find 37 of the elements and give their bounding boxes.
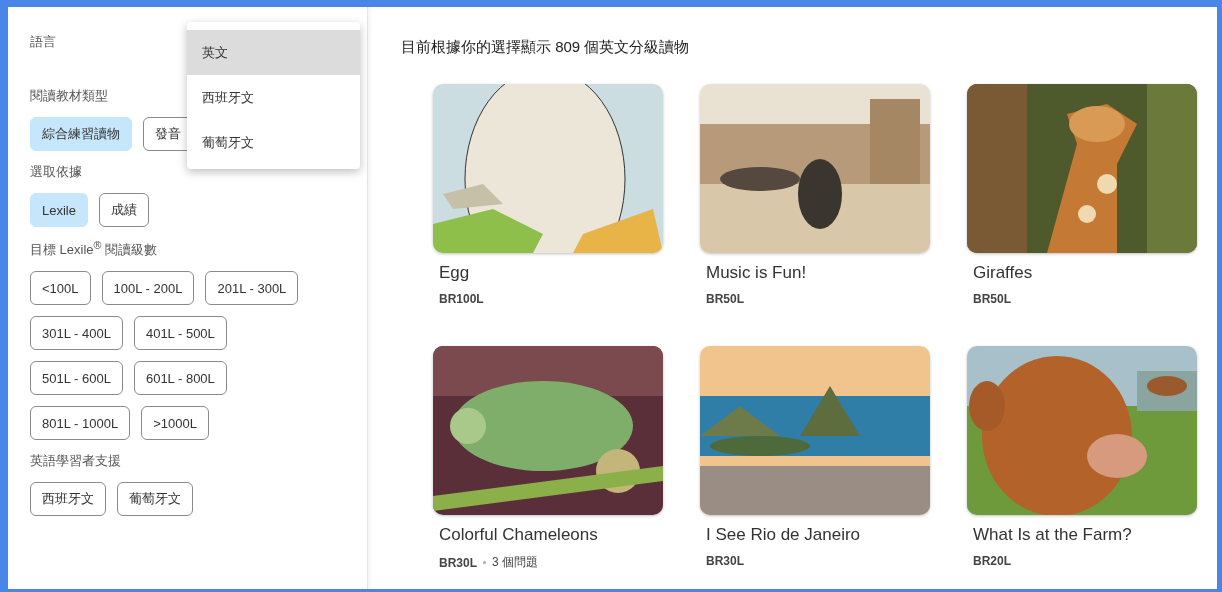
lexile-level: BR50L bbox=[706, 292, 744, 306]
filter-chip[interactable]: 501L - 600L bbox=[30, 361, 123, 396]
filter-chip[interactable]: 成績 bbox=[98, 193, 149, 227]
language-option[interactable]: 西班牙文 bbox=[187, 75, 360, 120]
book-title[interactable]: Egg bbox=[439, 263, 663, 283]
filter-label: 閱讀教材類型 bbox=[30, 87, 108, 105]
book-title[interactable]: Giraffes bbox=[973, 263, 1197, 283]
filter-label: 英語學習者支援 bbox=[30, 452, 121, 471]
language-option[interactable]: 葡萄牙文 bbox=[187, 120, 360, 165]
lexile-level: BR30L bbox=[439, 555, 477, 570]
filter-chip[interactable]: 葡萄牙文 bbox=[117, 482, 193, 517]
filter-label: 目標 Lexile$^{®}$ 閱讀級數 bbox=[30, 239, 158, 260]
lexile-level: BR20L bbox=[973, 554, 1011, 568]
question-count: 3 個問題 bbox=[492, 554, 539, 571]
filter-chip[interactable]: 綜合練習讀物 bbox=[30, 117, 132, 151]
lexile-level: BR100L bbox=[439, 292, 484, 306]
book-title[interactable]: Colorful Chameleons bbox=[439, 525, 663, 545]
filter-chip[interactable]: 201L - 300L bbox=[205, 271, 299, 306]
book-title[interactable]: I See Rio de Janeiro bbox=[706, 525, 930, 545]
filter-chip[interactable]: 601L - 800L bbox=[133, 361, 227, 396]
language-label: 語言 bbox=[30, 33, 56, 51]
filter-chip[interactable]: >1000L bbox=[141, 406, 209, 441]
filter-chip[interactable]: 401L - 500L bbox=[133, 316, 227, 351]
lexile-level: BR30L bbox=[706, 554, 744, 568]
filter-chip[interactable]: 801L - 1000L bbox=[30, 406, 131, 441]
book-title[interactable]: Music is Fun! bbox=[706, 263, 930, 283]
lexile-level: BR50L bbox=[973, 292, 1011, 306]
separator-dot bbox=[483, 561, 486, 564]
filter-chip[interactable]: 西班牙文 bbox=[30, 482, 106, 517]
language-option[interactable]: 英文 bbox=[187, 30, 360, 75]
results-summary: 目前根據你的選擇顯示 809 個英文分級讀物 bbox=[401, 38, 691, 57]
filter-chip[interactable]: 301L - 400L bbox=[30, 316, 123, 351]
filter-chip[interactable]: Lexile bbox=[30, 193, 88, 227]
filter-chip[interactable]: <100L bbox=[30, 271, 91, 306]
filter-label: 選取依據 bbox=[30, 163, 82, 181]
filter-chip[interactable]: 100L - 200L bbox=[101, 271, 195, 306]
book-title[interactable]: What Is at the Farm? bbox=[973, 525, 1197, 545]
